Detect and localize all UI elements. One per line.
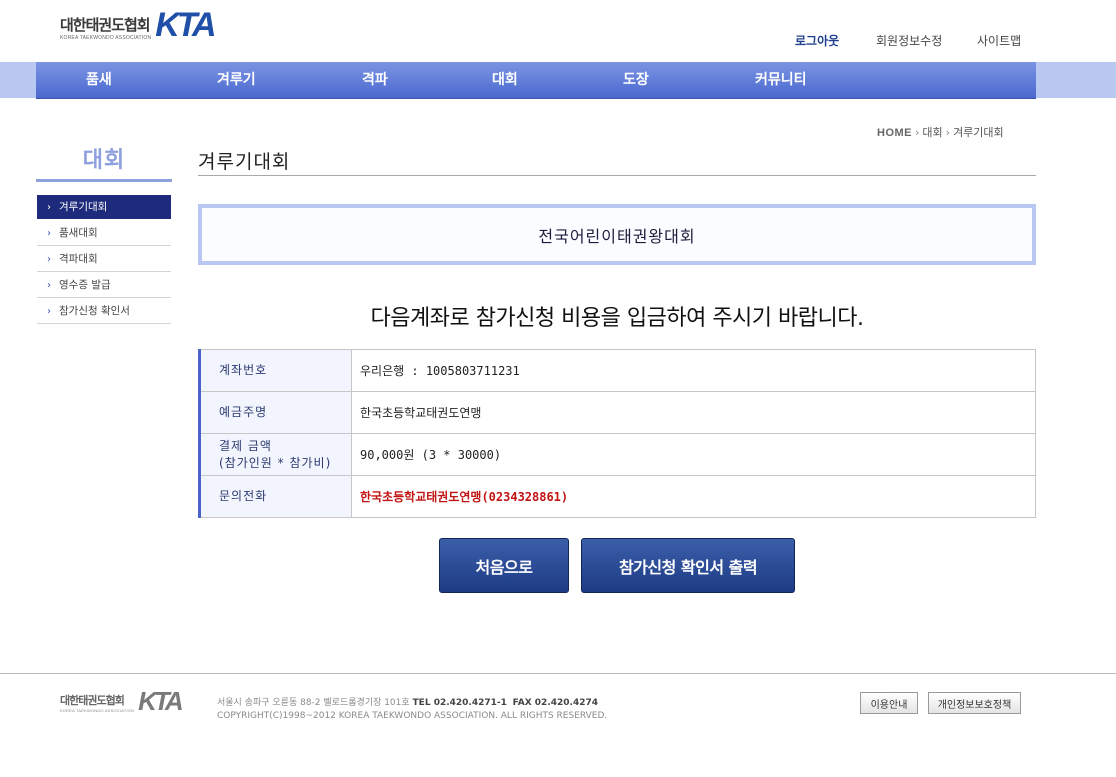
footer-logo-korean: 대한태권도협회 (60, 694, 125, 707)
chevron-right-icon: › (47, 202, 51, 213)
copyright: COPYRIGHT(C)1998~2012 KOREA TAEKWONDO AS… (217, 711, 608, 721)
sidebar-item-label: 품새대회 (59, 227, 98, 239)
chevron-right-icon: › (47, 254, 51, 265)
nav-item-dojang[interactable]: 도장 (623, 62, 649, 98)
sitemap-link[interactable]: 사이트맵 (977, 33, 1021, 49)
payment-notice: 다음계좌로 참가신청 비용을 입금하여 주시기 바랍니다. (370, 306, 864, 331)
sidebar-item-confirmation[interactable]: › 참가신청 확인서 (37, 298, 171, 324)
table-row: 결제 금액 (참가인원 * 참가비) 90,000원 (3 * 30000) (198, 433, 1036, 476)
footer-logo-mark: KTA (138, 686, 183, 716)
table-row: 계좌번호 우리은행 : 1005803711231 (198, 349, 1036, 392)
privacy-policy-button[interactable]: 개인정보보호정책 (928, 692, 1021, 714)
page-title: 겨루기대회 (198, 151, 291, 173)
main-nav: 품새 겨루기 격파 대회 도장 커뮤니티 (36, 62, 1036, 99)
logo-korean: 대한태권도협회 (60, 16, 151, 34)
sidebar-menu: › 겨루기대회 › 품새대회 › 격파대회 › 영수증 발급 › 참가신청 확인서 (37, 195, 171, 324)
home-button[interactable]: 처음으로 (439, 538, 569, 593)
chevron-right-icon: › (47, 306, 51, 317)
breadcrumb: HOME › 대회 › 겨루기대회 (877, 124, 1004, 140)
payment-amount: 90,000원 (3 * 30000) (351, 433, 1036, 476)
title-divider (198, 175, 1036, 176)
sidebar-item-breaking-competition[interactable]: › 격파대회 (37, 246, 171, 272)
account-holder: 한국초등학교태권도연맹 (351, 391, 1036, 434)
terms-button[interactable]: 이용안내 (860, 692, 918, 714)
footer-logo-english: KOREA TAEKWONDO ASSOCIATION (60, 708, 135, 713)
row-label: 문의전화 (198, 475, 352, 518)
sidebar-divider (36, 179, 172, 182)
top-links: 로그아웃 회원정보수정 사이트맵 (0, 33, 1116, 49)
nav-item-breaking[interactable]: 격파 (362, 62, 388, 98)
footer-logo: 대한태권도협회 KOREA TAEKWONDO ASSOCIATION KTA (60, 686, 184, 716)
chevron-right-icon: › (47, 280, 51, 291)
breadcrumb-item[interactable]: 대회 (922, 126, 942, 139)
fax: FAX 02.420.4274 (512, 698, 598, 708)
payment-info-table: 계좌번호 우리은행 : 1005803711231 예금주명 한국초등학교태권도… (198, 349, 1036, 518)
event-name-box: 전국어린이태권왕대회 (198, 204, 1036, 265)
address: 서울시 송파구 오륜동 88-2 벨로드롬경기장 101호 (217, 698, 410, 708)
row-label-line1: 결제 금액 (219, 438, 272, 453)
sidebar-item-sparring-competition[interactable]: › 겨루기대회 (37, 195, 171, 219)
row-label-line2: (참가인원 * 참가비) (219, 455, 332, 470)
nav-item-poomsae[interactable]: 품새 (86, 62, 112, 98)
table-row: 예금주명 한국초등학교태권도연맹 (198, 391, 1036, 434)
event-name: 전국어린이태권왕대회 (538, 226, 696, 246)
row-label: 계좌번호 (198, 349, 352, 392)
chevron-right-icon: › (47, 228, 51, 239)
logout-link[interactable]: 로그아웃 (795, 33, 839, 49)
edit-profile-link[interactable]: 회원정보수정 (876, 33, 942, 49)
chevron-right-icon: › (915, 126, 920, 139)
nav-item-sparring[interactable]: 겨루기 (217, 62, 256, 98)
chevron-right-icon: › (945, 126, 951, 139)
footer-logo-text: 대한태권도협회 KOREA TAEKWONDO ASSOCIATION (60, 694, 134, 714)
sidebar-item-label: 격파대회 (59, 253, 98, 265)
nav-item-community[interactable]: 커뮤니티 (755, 62, 807, 98)
nav-item-competition[interactable]: 대회 (492, 62, 518, 98)
sidebar-title: 대회 (82, 148, 126, 173)
table-row: 문의전화 한국초등학교태권도연맹(0234328861) (198, 475, 1036, 518)
print-confirmation-button[interactable]: 참가신청 확인서 출력 (581, 538, 795, 593)
row-label: 결제 금액 (참가인원 * 참가비) (198, 433, 352, 476)
breadcrumb-home[interactable]: HOME (877, 127, 912, 139)
sidebar-item-label: 참가신청 확인서 (59, 305, 130, 317)
sidebar-item-poomsae-competition[interactable]: › 품새대회 (37, 220, 171, 246)
sidebar-item-receipt[interactable]: › 영수증 발급 (37, 272, 171, 298)
footer-address: 서울시 송파구 오륜동 88-2 벨로드롬경기장 101호 TEL 02.420… (217, 697, 607, 723)
account-number: 우리은행 : 1005803711231 (351, 349, 1036, 392)
sidebar-item-label: 영수증 발급 (59, 279, 111, 291)
footer-address-line: 서울시 송파구 오륜동 88-2 벨로드롬경기장 101호 TEL 02.420… (217, 697, 607, 710)
contact-phone: 한국초등학교태권도연맹(0234328861) (351, 475, 1036, 518)
row-label: 예금주명 (198, 391, 352, 434)
breadcrumb-item: 겨루기대회 (953, 126, 1004, 139)
tel: TEL 02.420.4271-1 (412, 698, 507, 708)
sidebar-item-label: 겨루기대회 (59, 201, 108, 213)
